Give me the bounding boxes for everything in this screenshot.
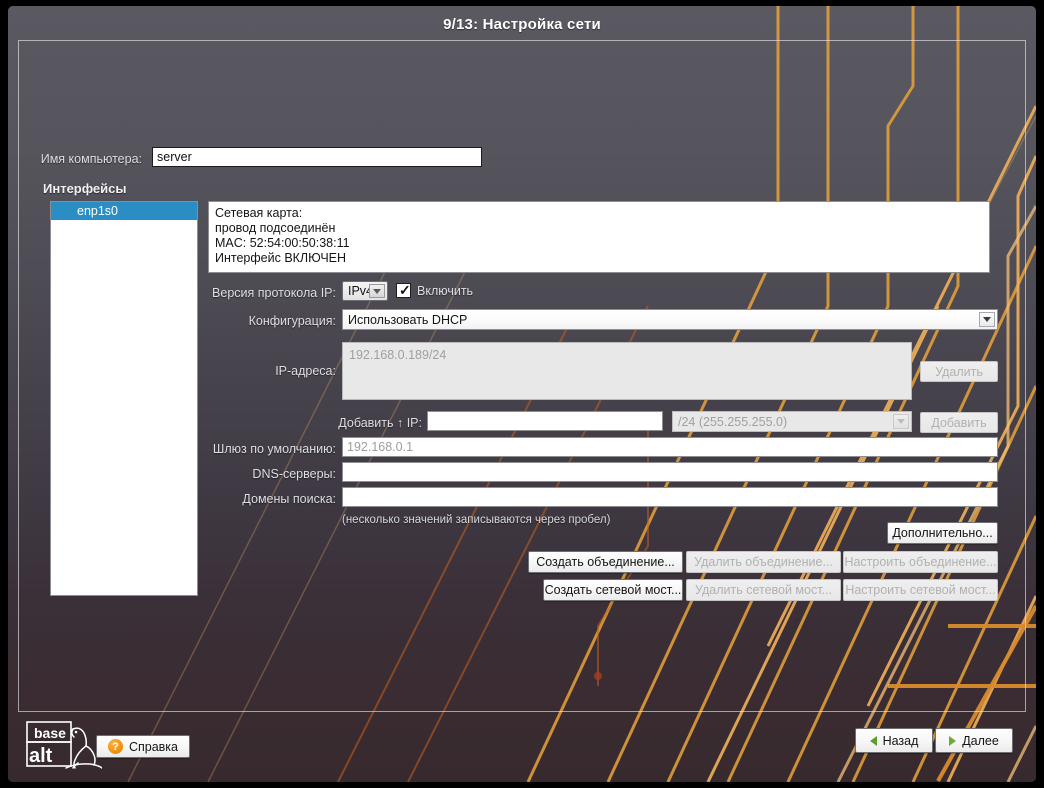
hostname-label: Имя компьютера: [36, 152, 142, 166]
chevron-down-icon[interactable] [979, 312, 995, 327]
list-item-ip-address[interactable]: 192.168.0.189/24 [349, 347, 905, 363]
next-button[interactable]: Далее [935, 728, 1013, 753]
arrow-left-icon [870, 736, 877, 746]
gateway-value: 192.168.0.1 [347, 440, 413, 454]
info-line-card: Сетевая карта: [215, 206, 983, 221]
configure-bridge-button[interactable]: Настроить сетевой мост... [843, 579, 998, 601]
installer-window: 9/13: Настройка сети Имя компьютера: ser… [8, 6, 1036, 782]
enable-interface-checkbox[interactable]: ✓ [396, 283, 411, 298]
ip-addresses-list[interactable]: 192.168.0.189/24 [342, 342, 912, 400]
create-bridge-button[interactable]: Создать сетевой мост... [543, 579, 683, 601]
multi-value-hint: (несколько значений записываются через п… [342, 514, 610, 526]
search-domains-input[interactable] [342, 487, 998, 507]
interfaces-list[interactable]: enp1s0 [50, 201, 198, 596]
hostname-input[interactable]: server [152, 147, 482, 167]
page-title: 9/13: Настройка сети [8, 16, 1036, 33]
add-ip-button[interactable]: Добавить [920, 412, 998, 433]
back-button[interactable]: Назад [855, 728, 933, 753]
create-bond-button[interactable]: Создать объединение... [528, 551, 683, 573]
help-button-label: Справка [129, 740, 178, 754]
interfaces-section-title: Интерфейсы [43, 181, 127, 196]
chevron-down-icon[interactable] [369, 284, 385, 298]
delete-bond-button[interactable]: Удалить объединение... [686, 551, 841, 573]
arrow-right-icon [949, 736, 956, 746]
screen: 9/13: Настройка сети Имя компьютера: ser… [0, 0, 1044, 788]
add-ip-input[interactable] [427, 411, 663, 431]
gateway-label: Шлюз по умолчанию: [208, 442, 336, 456]
enable-interface-checkbox-row[interactable]: ✓ Включить [396, 283, 473, 298]
search-domains-label: Домены поиска: [208, 492, 336, 506]
info-line-state: Интерфейс ВКЛЮЧЕН [215, 251, 983, 266]
dns-label: DNS-серверы: [208, 467, 336, 481]
enable-interface-label: Включить [417, 284, 473, 298]
gateway-input[interactable]: 192.168.0.1 [342, 437, 998, 457]
ip-addresses-label: IP-адреса: [208, 364, 336, 378]
list-item-enp1s0[interactable]: enp1s0 [51, 202, 197, 220]
help-button[interactable]: ? Справка [96, 735, 190, 758]
add-ip-label: Добавить ↑ IP: [288, 416, 422, 430]
basealt-logo: base alt [26, 719, 102, 773]
configuration-value: Использовать DHCP [348, 313, 467, 327]
question-mark-icon: ? [108, 739, 123, 754]
svg-text:alt: alt [29, 745, 53, 767]
advanced-button[interactable]: Дополнительно... [887, 522, 998, 544]
info-line-cable: провод подсоединён [215, 221, 983, 236]
configuration-label: Конфигурация: [208, 314, 336, 328]
ip-version-combo[interactable]: IPv4 [342, 281, 388, 301]
dns-input[interactable] [342, 462, 998, 482]
netmask-value: /24 (255.255.255.0) [678, 415, 787, 429]
svg-text:base: base [34, 725, 66, 741]
back-button-label: Назад [883, 734, 919, 748]
configuration-combo[interactable]: Использовать DHCP [342, 309, 998, 330]
delete-bridge-button[interactable]: Удалить сетевой мост... [686, 579, 841, 601]
netmask-combo[interactable]: /24 (255.255.255.0) [672, 411, 912, 432]
delete-ip-button[interactable]: Удалить [920, 361, 998, 382]
check-icon: ✓ [399, 283, 411, 298]
info-line-mac: MAC: 52:54:00:50:38:11 [215, 236, 983, 251]
interface-info-box: Сетевая карта: провод подсоединён MAC: 5… [208, 201, 990, 273]
chevron-down-icon[interactable] [893, 414, 909, 429]
ip-version-label: Версия протокола IP: [208, 286, 336, 300]
next-button-label: Далее [962, 734, 999, 748]
configure-bond-button[interactable]: Настроить объединение... [843, 551, 998, 573]
